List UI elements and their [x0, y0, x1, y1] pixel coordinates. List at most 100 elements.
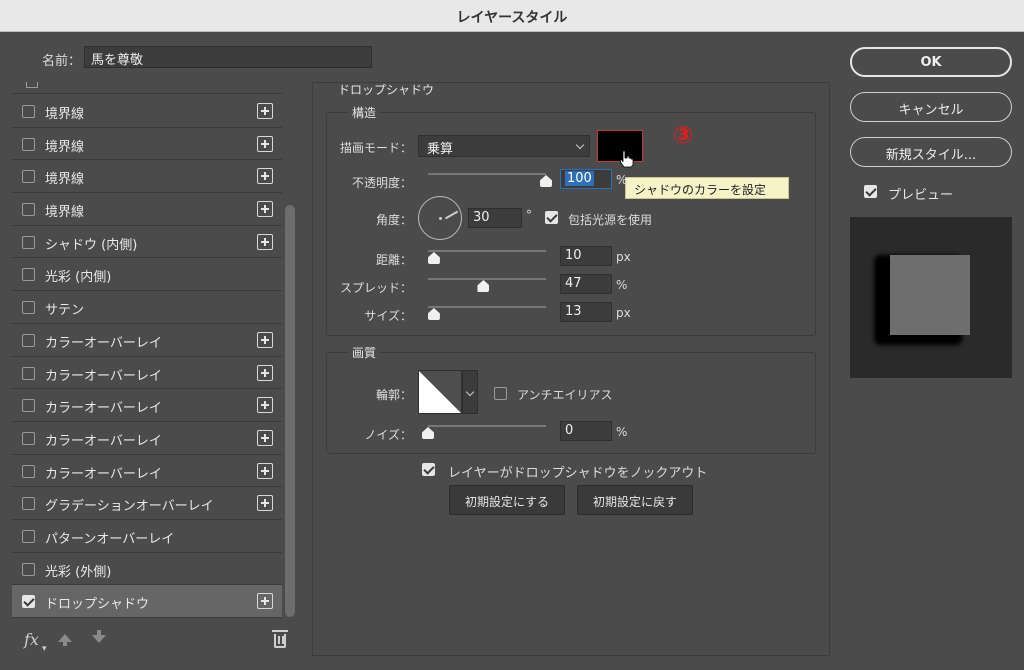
reset-default-button[interactable]: 初期設定に戻す: [577, 485, 693, 515]
effect-checkbox[interactable]: [22, 170, 35, 184]
effect-checkbox[interactable]: [22, 137, 35, 151]
angle-dial[interactable]: [418, 196, 462, 240]
cancel-button[interactable]: キャンセル: [850, 92, 1012, 122]
effect-checkbox[interactable]: [22, 595, 35, 609]
add-effect-icon[interactable]: [257, 201, 273, 218]
contour-preview[interactable]: [418, 370, 462, 414]
fx-label: fx: [24, 630, 39, 649]
add-effect-icon[interactable]: [257, 331, 273, 348]
add-effect-icon[interactable]: [257, 462, 273, 479]
effect-item[interactable]: カラーオーバーレイ: [12, 422, 282, 455]
distance-label: 距離：: [375, 253, 412, 267]
new-style-button[interactable]: 新規スタイル...: [850, 137, 1012, 167]
effect-item[interactable]: カラーオーバーレイ: [12, 389, 282, 422]
move-down-icon[interactable]: [92, 630, 106, 643]
fx-icon[interactable]: fx ▾: [24, 630, 47, 654]
name-input[interactable]: 馬を尊敬: [84, 46, 372, 68]
effect-checkbox[interactable]: [22, 431, 35, 445]
knockout-checkbox[interactable]: [422, 463, 435, 476]
effect-item[interactable]: 境界線: [12, 128, 282, 161]
effect-item[interactable]: グラデーションオーバーレイ: [12, 487, 282, 520]
add-effect-icon[interactable]: [257, 429, 273, 446]
preview-checkbox[interactable]: [864, 185, 877, 198]
effect-item[interactable]: 光彩 (内側): [12, 258, 282, 292]
effect-item[interactable]: カラーオーバーレイ: [12, 455, 282, 488]
title-bar: レイヤースタイル: [0, 0, 1024, 32]
effect-item[interactable]: 境界線: [12, 95, 282, 128]
add-effect-icon[interactable]: [257, 233, 273, 250]
effect-label: グラデーションオーバーレイ: [45, 499, 214, 515]
noise-label: ノイズ：: [364, 428, 412, 442]
add-effect-icon[interactable]: [257, 397, 273, 414]
angle-input[interactable]: 30: [468, 208, 522, 228]
opacity-slider-track[interactable]: [428, 173, 546, 175]
move-up-icon[interactable]: [58, 634, 72, 646]
trash-icon[interactable]: [272, 630, 288, 648]
effect-item[interactable]: カラーオーバーレイ: [12, 324, 282, 357]
effect-label: 光彩 (外側): [45, 564, 112, 580]
add-effect-icon[interactable]: [257, 593, 273, 610]
effect-item[interactable]: 境界線: [12, 193, 282, 226]
global-light-checkbox[interactable]: [545, 211, 558, 224]
add-effect-icon[interactable]: [257, 135, 273, 152]
effect-checkbox[interactable]: [22, 333, 35, 347]
add-effect-icon[interactable]: [257, 168, 273, 185]
distance-slider-track[interactable]: [428, 250, 546, 252]
noise-slider-track[interactable]: [428, 425, 546, 427]
scrollbar-thumb[interactable]: [285, 205, 295, 617]
effect-item[interactable]: 光彩 (外側): [12, 553, 282, 586]
distance-input[interactable]: 10: [560, 246, 612, 266]
knockout-label: レイヤーがドロップシャドウをノックアウト: [448, 466, 708, 481]
make-default-button[interactable]: 初期設定にする: [449, 485, 565, 515]
effect-checkbox[interactable]: [22, 464, 35, 478]
add-effect-icon[interactable]: [257, 495, 273, 512]
add-effect-icon[interactable]: [257, 103, 273, 119]
anti-alias-label: アンチエイリアス: [517, 388, 613, 402]
effect-checkbox[interactable]: [22, 268, 35, 282]
ok-button[interactable]: OK: [850, 47, 1012, 77]
spread-input[interactable]: 47: [560, 274, 612, 294]
contour-dropdown[interactable]: [462, 370, 478, 414]
effects-list: 境界線 境界線 境界線 境界線 シャドウ (内側) 光彩 (内側) サテン カラーオーバーレイ…: [12, 95, 282, 618]
effect-item[interactable]: パターンオーバーレイ: [12, 520, 282, 553]
section-title: ドロップシャドウ: [338, 83, 435, 97]
chevron-down-icon: [465, 387, 475, 397]
effect-item[interactable]: カラーオーバーレイ: [12, 357, 282, 390]
opacity-value: 100: [565, 171, 594, 186]
spread-unit: %: [616, 278, 628, 292]
spread-slider-track[interactable]: [428, 278, 546, 280]
effect-item[interactable]: 境界線: [12, 160, 282, 194]
effect-checkbox[interactable]: [22, 366, 35, 380]
preview-square: [890, 255, 970, 335]
effect-checkbox[interactable]: [22, 105, 35, 118]
size-input[interactable]: 13: [560, 302, 612, 322]
angle-label: 角度：: [375, 213, 412, 227]
step-marker: ③: [673, 121, 694, 149]
anti-alias-checkbox[interactable]: [494, 387, 507, 400]
effect-checkbox[interactable]: [22, 203, 35, 217]
quality-title: 画質: [348, 344, 381, 361]
noise-input[interactable]: 0: [560, 421, 612, 441]
opacity-input[interactable]: 100: [560, 169, 612, 189]
effect-checkbox[interactable]: [22, 562, 35, 576]
effect-item[interactable]: ドロップシャドウ: [12, 585, 282, 618]
add-effect-icon[interactable]: [257, 364, 273, 381]
effect-checkbox[interactable]: [22, 529, 35, 543]
size-slider-track[interactable]: [428, 306, 546, 308]
size-unit: px: [616, 306, 631, 320]
effect-checkbox[interactable]: [22, 399, 35, 413]
tooltip: シャドウのカラーを設定: [625, 177, 789, 199]
effect-label: シャドウ (内側): [45, 237, 138, 253]
style-preview: [850, 217, 1012, 378]
effect-checkbox[interactable]: [22, 301, 35, 315]
effect-item[interactable]: シャドウ (内側): [12, 226, 282, 259]
effect-checkbox[interactable]: [22, 497, 35, 511]
effects-list-panel: 境界線 境界線 境界線 境界線 シャドウ (内側) 光彩 (内側) サテン カラーオーバーレイ…: [12, 82, 298, 622]
blend-mode-select[interactable]: 乗算: [418, 135, 590, 157]
checkbox[interactable]: [26, 82, 38, 88]
effect-checkbox[interactable]: [22, 235, 35, 249]
fx-menu-dot: ▾: [42, 644, 47, 654]
effect-label: 境界線: [45, 107, 85, 122]
effect-item[interactable]: サテン: [12, 291, 282, 324]
hand-pointer-icon: [619, 150, 634, 168]
